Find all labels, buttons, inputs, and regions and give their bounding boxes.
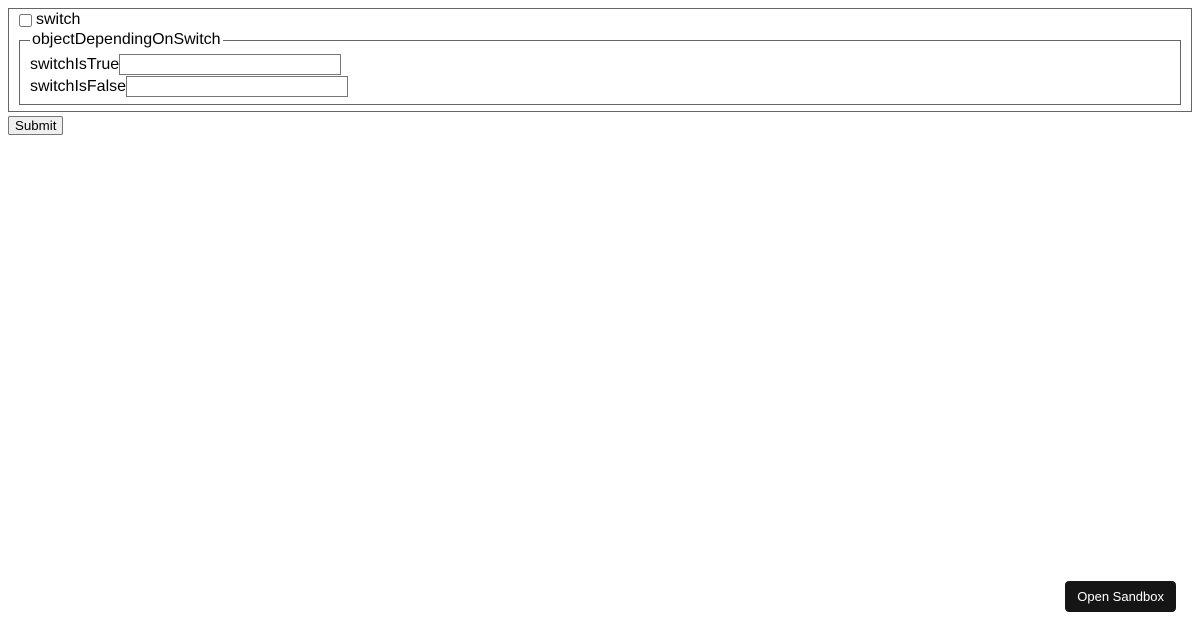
switch-is-true-input[interactable] xyxy=(119,54,341,75)
switch-label: switch xyxy=(36,11,80,29)
field-row-switch-is-true: switchIsTrue xyxy=(30,54,1170,75)
form-outer-group: switch objectDependingOnSwitch switchIsT… xyxy=(8,8,1192,112)
open-sandbox-button[interactable]: Open Sandbox xyxy=(1065,581,1176,612)
field-row-switch-is-false: switchIsFalse xyxy=(30,76,1170,97)
switch-checkbox[interactable] xyxy=(19,14,32,27)
switch-is-false-input[interactable] xyxy=(126,76,348,97)
switch-is-false-label: switchIsFalse xyxy=(30,78,126,96)
submit-button[interactable]: Submit xyxy=(8,116,63,135)
group-legend: objectDependingOnSwitch xyxy=(30,31,223,49)
switch-field-row: switch xyxy=(19,11,1181,29)
form: switch objectDependingOnSwitch switchIsT… xyxy=(8,8,1192,135)
switch-is-true-label: switchIsTrue xyxy=(30,56,119,74)
object-depending-on-switch-group: objectDependingOnSwitch switchIsTrue swi… xyxy=(19,31,1181,105)
